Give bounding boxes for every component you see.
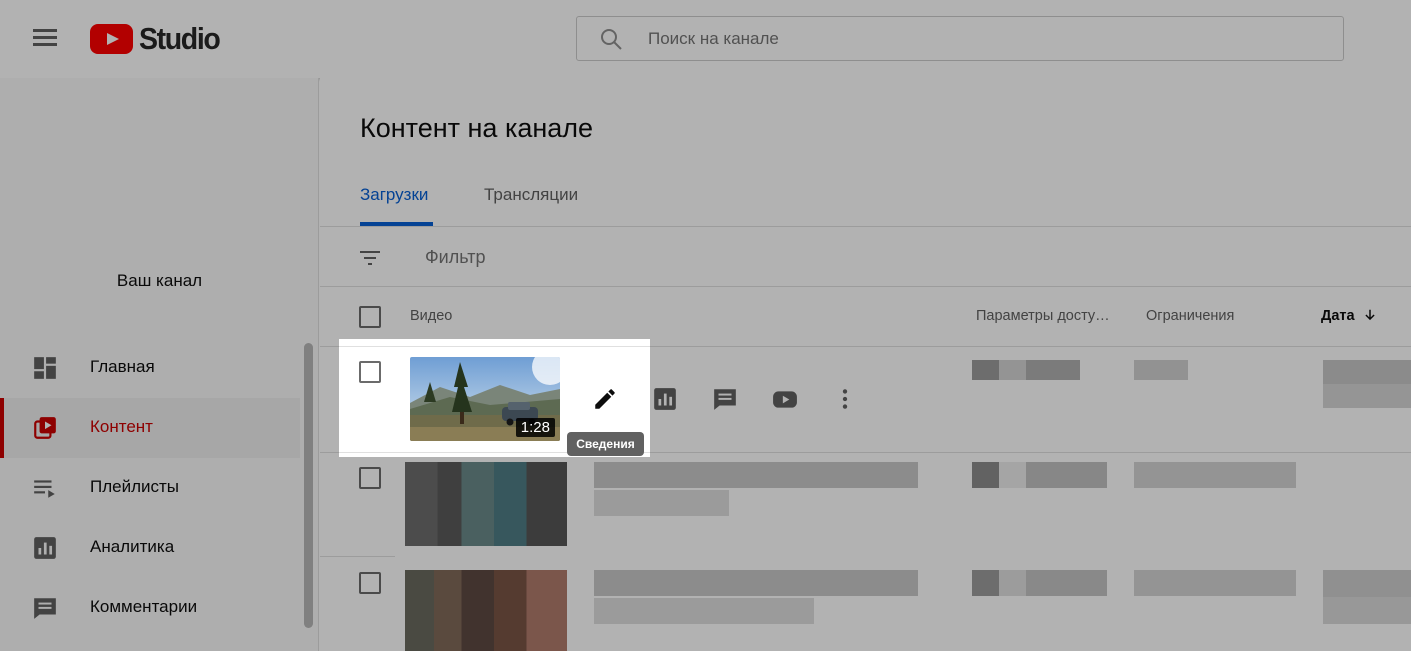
- youtube-logo-icon: [90, 24, 133, 54]
- filter-icon[interactable]: [358, 246, 382, 270]
- search-icon: [601, 29, 622, 50]
- tooltip-details: Сведения: [567, 432, 644, 456]
- analytics-icon: [34, 537, 56, 559]
- playlist-icon: [34, 480, 55, 498]
- divider: [320, 226, 1411, 227]
- sidebar-scrollbar[interactable]: [304, 343, 313, 628]
- blurred-visibility-cell: [972, 462, 1107, 488]
- blurred-date-cell: [1323, 570, 1411, 624]
- dashboard-icon: [34, 357, 56, 379]
- row-checkbox[interactable]: [359, 467, 381, 489]
- divider: [320, 556, 395, 557]
- tab-live[interactable]: Трансляции: [484, 185, 578, 205]
- menu-icon[interactable]: [33, 29, 57, 47]
- sidebar-item-label: Главная: [90, 357, 155, 376]
- search-input[interactable]: Поиск на канале: [576, 16, 1344, 61]
- column-header-date-label: Дата: [1321, 308, 1355, 324]
- blurred-title: [594, 462, 918, 488]
- column-header-visibility[interactable]: Параметры досту…: [976, 308, 1110, 324]
- sidebar-item-analytics[interactable]: Аналитика: [0, 518, 300, 578]
- channel-name[interactable]: Ваш канал: [0, 271, 319, 291]
- studio-logo[interactable]: Studio: [90, 21, 226, 56]
- blurred-description: [594, 490, 729, 516]
- column-header-video[interactable]: Видео: [410, 308, 452, 324]
- select-all-checkbox[interactable]: [359, 306, 381, 328]
- blurred-thumbnail: [405, 570, 567, 651]
- youtube-icon[interactable]: [772, 386, 798, 412]
- sidebar-item-label: Комментарии: [90, 597, 198, 616]
- row-checkbox[interactable]: [359, 572, 381, 594]
- filter-input[interactable]: Фильтр: [425, 247, 485, 268]
- column-header-date[interactable]: Дата: [1321, 308, 1377, 324]
- sidebar-item-content[interactable]: Контент: [0, 398, 300, 458]
- sidebar-item-playlists[interactable]: Плейлисты: [0, 458, 300, 518]
- edit-icon[interactable]: [592, 386, 618, 412]
- sidebar: Ваш канал Главная Контент Плейлисты Анал…: [0, 78, 319, 651]
- logo-text: Studio: [139, 21, 221, 56]
- divider: [320, 286, 1411, 287]
- row-checkbox[interactable]: [359, 361, 381, 383]
- blurred-date-cell: [1323, 360, 1411, 408]
- sidebar-item-comments[interactable]: Комментарии: [0, 578, 300, 638]
- blurred-thumbnail: [405, 462, 567, 546]
- tab-uploads[interactable]: Загрузки: [360, 185, 428, 205]
- blurred-restrictions-cell: [1134, 462, 1296, 488]
- analytics-icon[interactable]: [652, 386, 678, 412]
- blurred-visibility-cell: [972, 360, 1080, 380]
- top-bar: Studio Поиск на канале: [0, 0, 1411, 78]
- blurred-visibility-cell: [972, 570, 1107, 596]
- comments-icon: [34, 598, 56, 619]
- page-title: Контент на канале: [360, 113, 594, 143]
- sidebar-item-label: Аналитика: [90, 537, 175, 556]
- content-icon: [34, 417, 56, 439]
- video-duration: 1:28: [515, 418, 555, 437]
- arrow-down-icon: [1364, 309, 1375, 321]
- sidebar-item-dashboard[interactable]: Главная: [0, 338, 300, 398]
- video-thumbnail[interactable]: 1:28: [410, 357, 560, 441]
- column-header-restrictions[interactable]: Ограничения: [1146, 308, 1234, 324]
- blurred-description: [594, 598, 814, 624]
- sidebar-item-label: Плейлисты: [90, 477, 180, 496]
- blurred-restrictions-cell: [1134, 360, 1188, 380]
- search-placeholder: Поиск на канале: [648, 29, 779, 48]
- divider: [320, 452, 1411, 453]
- divider: [320, 346, 1411, 347]
- blurred-title: [594, 570, 918, 596]
- more-vert-icon[interactable]: [832, 386, 858, 412]
- blurred-restrictions-cell: [1134, 570, 1296, 596]
- main-content: Контент на канале Загрузки Трансляции Фи…: [320, 78, 1411, 651]
- comments-icon[interactable]: [712, 386, 738, 412]
- sidebar-item-label: Контент: [90, 417, 153, 436]
